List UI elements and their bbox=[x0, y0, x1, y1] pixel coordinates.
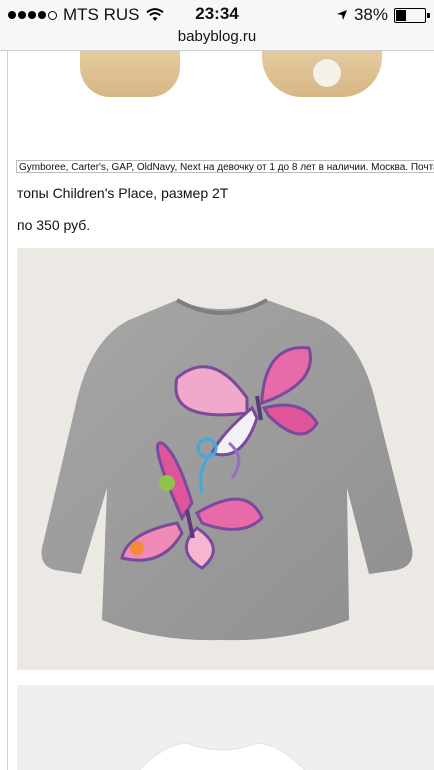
battery-icon bbox=[394, 7, 430, 23]
battery-percent: 38% bbox=[353, 5, 388, 24]
product-image-hat-left[interactable] bbox=[80, 51, 180, 97]
marquee-ticker[interactable]: Gymboree, Carter's, GAP, OldNavy, Next н… bbox=[16, 160, 434, 173]
status-right: 38% bbox=[336, 5, 430, 25]
battery-fill bbox=[396, 9, 406, 21]
product-photo-shirt[interactable] bbox=[17, 248, 434, 670]
status-bar: MTS RUS 23:34 38% bbox=[0, 0, 434, 28]
location-arrow-icon bbox=[336, 10, 347, 20]
ticker-text: Gymboree, Carter's, GAP, OldNavy, Next н… bbox=[19, 162, 434, 173]
shirt-illustration bbox=[41, 298, 413, 641]
hat-pompom bbox=[313, 59, 341, 87]
post-price: по 350 руб. bbox=[17, 217, 91, 233]
page-content: Gymboree, Carter's, GAP, OldNavy, Next н… bbox=[0, 51, 434, 770]
url-bar[interactable]: babyblog.ru bbox=[0, 28, 434, 51]
product-photo-next[interactable] bbox=[17, 685, 434, 770]
url-text: babyblog.ru bbox=[177, 28, 257, 45]
shirt-collar-illustration bbox=[138, 742, 306, 770]
content-border bbox=[7, 51, 8, 770]
post-title: топы Children's Place, размер 2T bbox=[17, 185, 229, 201]
